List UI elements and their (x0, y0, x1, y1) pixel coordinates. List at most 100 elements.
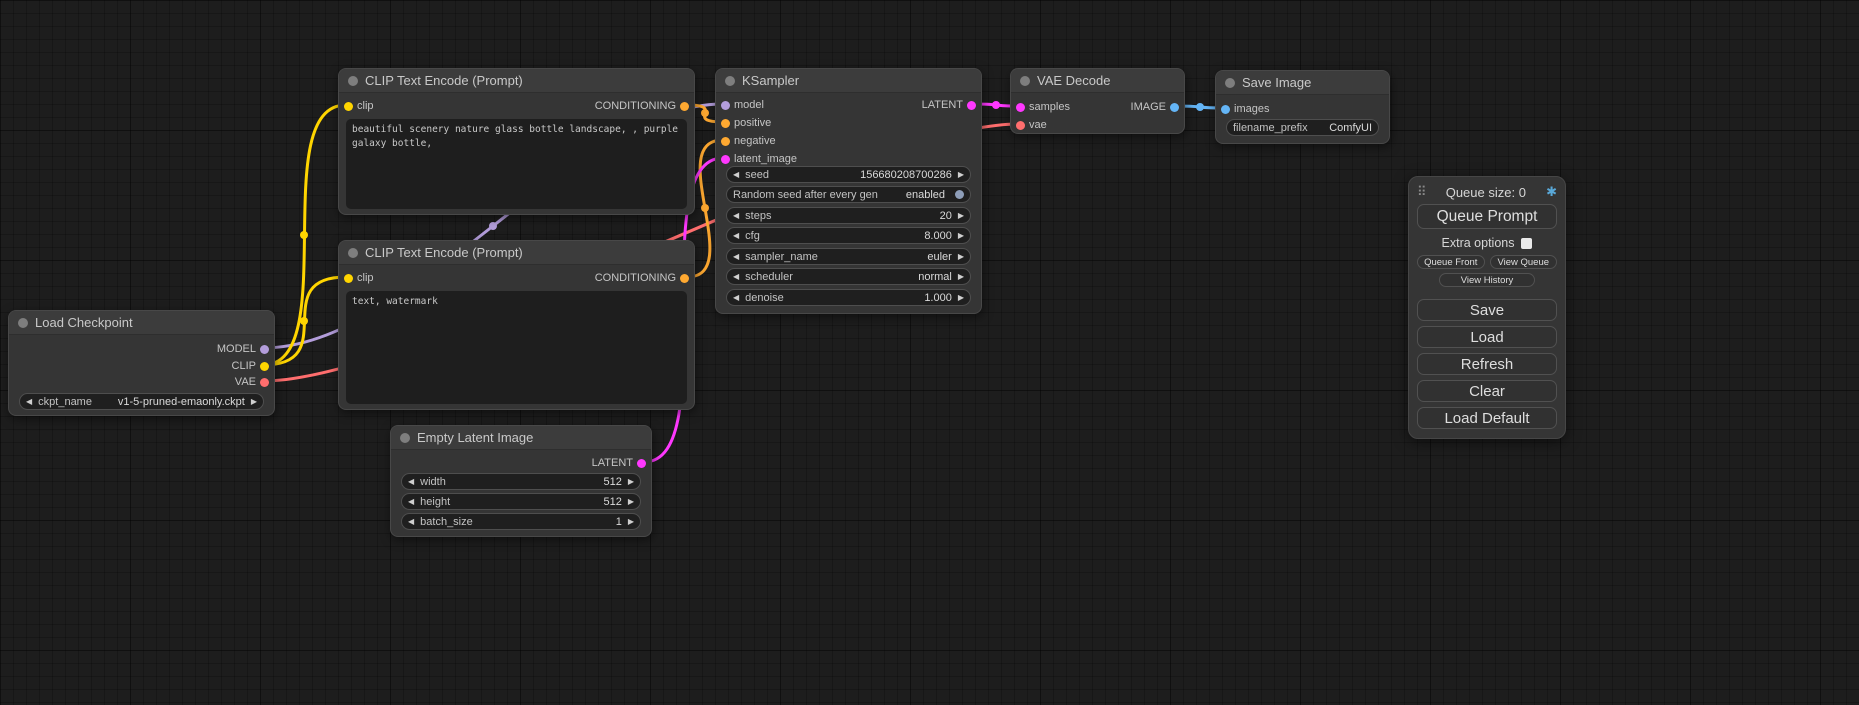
ckpt-name-widget[interactable]: ◀ ckpt_name v1-5-pruned-emaonly.ckpt ▶ (19, 393, 264, 410)
drag-handle-icon[interactable]: ⠿ (1417, 184, 1426, 200)
node-title-bar[interactable]: CLIP Text Encode (Prompt) (339, 241, 694, 265)
decrement-arrow-icon[interactable]: ◀ (408, 498, 414, 506)
sampler-name-widget[interactable]: ◀ sampler_name euler ▶ (726, 248, 971, 265)
filename-prefix-widget[interactable]: filename_prefix ComfyUI (1226, 119, 1379, 136)
steps-widget[interactable]: ◀ steps 20 ▶ (726, 207, 971, 224)
node-collapse-dot[interactable] (348, 248, 358, 258)
view-queue-button[interactable]: View Queue (1490, 255, 1558, 269)
input-slot-latent-image[interactable]: latent_image (721, 151, 797, 167)
node-collapse-dot[interactable] (1020, 76, 1030, 86)
decrement-arrow-icon[interactable]: ◀ (733, 232, 739, 240)
increment-arrow-icon[interactable]: ▶ (958, 253, 964, 261)
decrement-arrow-icon[interactable]: ◀ (733, 171, 739, 179)
random-seed-toggle-widget[interactable]: Random seed after every gen enabled (726, 186, 971, 203)
increment-arrow-icon[interactable]: ▶ (251, 398, 257, 406)
output-slot-conditioning[interactable]: CONDITIONING (595, 98, 689, 114)
input-slot-samples[interactable]: samples (1016, 99, 1070, 115)
clip-input-dot[interactable] (344, 274, 353, 283)
node-clip-text-encode-negative[interactable]: CLIP Text Encode (Prompt) clip CONDITION… (338, 240, 695, 410)
increment-arrow-icon[interactable]: ▶ (958, 212, 964, 220)
increment-arrow-icon[interactable]: ▶ (628, 478, 634, 486)
queue-prompt-button[interactable]: Queue Prompt (1417, 204, 1557, 229)
node-save-image[interactable]: Save Image images filename_prefix ComfyU… (1215, 70, 1390, 144)
node-ksampler[interactable]: KSampler model positive negative latent_… (715, 68, 982, 314)
clip-input-dot[interactable] (344, 102, 353, 111)
width-widget[interactable]: ◀ width 512 ▶ (401, 473, 641, 490)
scheduler-widget[interactable]: ◀ scheduler normal ▶ (726, 268, 971, 285)
output-slot-conditioning[interactable]: CONDITIONING (595, 270, 689, 286)
input-slot-clip[interactable]: clip (344, 98, 374, 114)
decrement-arrow-icon[interactable]: ◀ (733, 253, 739, 261)
decrement-arrow-icon[interactable]: ◀ (408, 518, 414, 526)
save-button[interactable]: Save (1417, 299, 1557, 321)
decrement-arrow-icon[interactable]: ◀ (733, 294, 739, 302)
positive-input-dot[interactable] (721, 119, 730, 128)
node-clip-text-encode-positive[interactable]: CLIP Text Encode (Prompt) clip CONDITION… (338, 68, 695, 215)
denoise-widget[interactable]: ◀ denoise 1.000 ▶ (726, 289, 971, 306)
node-vae-decode[interactable]: VAE Decode samples vae IMAGE (1010, 68, 1185, 134)
input-slot-images[interactable]: images (1221, 101, 1269, 117)
node-collapse-dot[interactable] (18, 318, 28, 328)
conditioning-output-dot[interactable] (680, 274, 689, 283)
positive-prompt-textarea[interactable]: beautiful scenery nature glass bottle la… (346, 119, 687, 209)
input-slot-vae[interactable]: vae (1016, 117, 1047, 133)
images-input-dot[interactable] (1221, 105, 1230, 114)
output-slot-model[interactable]: MODEL (217, 341, 269, 357)
settings-gear-icon[interactable]: ✱ (1546, 184, 1557, 200)
increment-arrow-icon[interactable]: ▶ (628, 518, 634, 526)
node-collapse-dot[interactable] (348, 76, 358, 86)
latent-output-dot[interactable] (637, 459, 646, 468)
output-slot-latent[interactable]: LATENT (592, 455, 646, 471)
increment-arrow-icon[interactable]: ▶ (628, 498, 634, 506)
node-title-bar[interactable]: Empty Latent Image (391, 426, 651, 450)
latent-image-input-dot[interactable] (721, 155, 730, 164)
increment-arrow-icon[interactable]: ▶ (958, 273, 964, 281)
height-widget[interactable]: ◀ height 512 ▶ (401, 493, 641, 510)
cfg-widget[interactable]: ◀ cfg 8.000 ▶ (726, 227, 971, 244)
clip-output-dot[interactable] (260, 362, 269, 371)
model-output-dot[interactable] (260, 345, 269, 354)
output-slot-image[interactable]: IMAGE (1131, 99, 1179, 115)
node-title-bar[interactable]: CLIP Text Encode (Prompt) (339, 69, 694, 93)
output-slot-vae[interactable]: VAE (235, 374, 269, 390)
refresh-button[interactable]: Refresh (1417, 353, 1557, 375)
input-slot-clip[interactable]: clip (344, 270, 374, 286)
increment-arrow-icon[interactable]: ▶ (958, 232, 964, 240)
node-title-bar[interactable]: VAE Decode (1011, 69, 1184, 93)
decrement-arrow-icon[interactable]: ◀ (408, 478, 414, 486)
node-load-checkpoint[interactable]: Load Checkpoint MODEL CLIP VAE ◀ ckpt_na… (8, 310, 275, 416)
conditioning-output-dot[interactable] (680, 102, 689, 111)
seed-widget[interactable]: ◀ seed 156680208700286 ▶ (726, 166, 971, 183)
node-empty-latent-image[interactable]: Empty Latent Image LATENT ◀ width 512 ▶ … (390, 425, 652, 537)
image-output-dot[interactable] (1170, 103, 1179, 112)
negative-input-dot[interactable] (721, 137, 730, 146)
toggle-indicator[interactable] (955, 190, 964, 199)
node-collapse-dot[interactable] (1225, 78, 1235, 88)
output-slot-clip[interactable]: CLIP (232, 358, 269, 374)
vae-output-dot[interactable] (260, 378, 269, 387)
node-collapse-dot[interactable] (400, 433, 410, 443)
output-slot-latent[interactable]: LATENT (922, 97, 976, 113)
node-title-bar[interactable]: Load Checkpoint (9, 311, 274, 335)
input-slot-positive[interactable]: positive (721, 115, 771, 131)
samples-input-dot[interactable] (1016, 103, 1025, 112)
decrement-arrow-icon[interactable]: ◀ (26, 398, 32, 406)
clear-button[interactable]: Clear (1417, 380, 1557, 402)
input-slot-negative[interactable]: negative (721, 133, 776, 149)
view-history-button[interactable]: View History (1439, 273, 1535, 287)
load-default-button[interactable]: Load Default (1417, 407, 1557, 429)
node-title-bar[interactable]: Save Image (1216, 71, 1389, 95)
vae-input-dot[interactable] (1016, 121, 1025, 130)
increment-arrow-icon[interactable]: ▶ (958, 171, 964, 179)
latent-output-dot[interactable] (967, 101, 976, 110)
decrement-arrow-icon[interactable]: ◀ (733, 273, 739, 281)
batch-size-widget[interactable]: ◀ batch_size 1 ▶ (401, 513, 641, 530)
node-title-bar[interactable]: KSampler (716, 69, 981, 93)
model-input-dot[interactable] (721, 101, 730, 110)
negative-prompt-textarea[interactable]: text, watermark (346, 291, 687, 404)
node-collapse-dot[interactable] (725, 76, 735, 86)
queue-front-button[interactable]: Queue Front (1417, 255, 1485, 269)
input-slot-model[interactable]: model (721, 97, 764, 113)
increment-arrow-icon[interactable]: ▶ (958, 294, 964, 302)
extra-options-checkbox[interactable] (1521, 238, 1532, 249)
